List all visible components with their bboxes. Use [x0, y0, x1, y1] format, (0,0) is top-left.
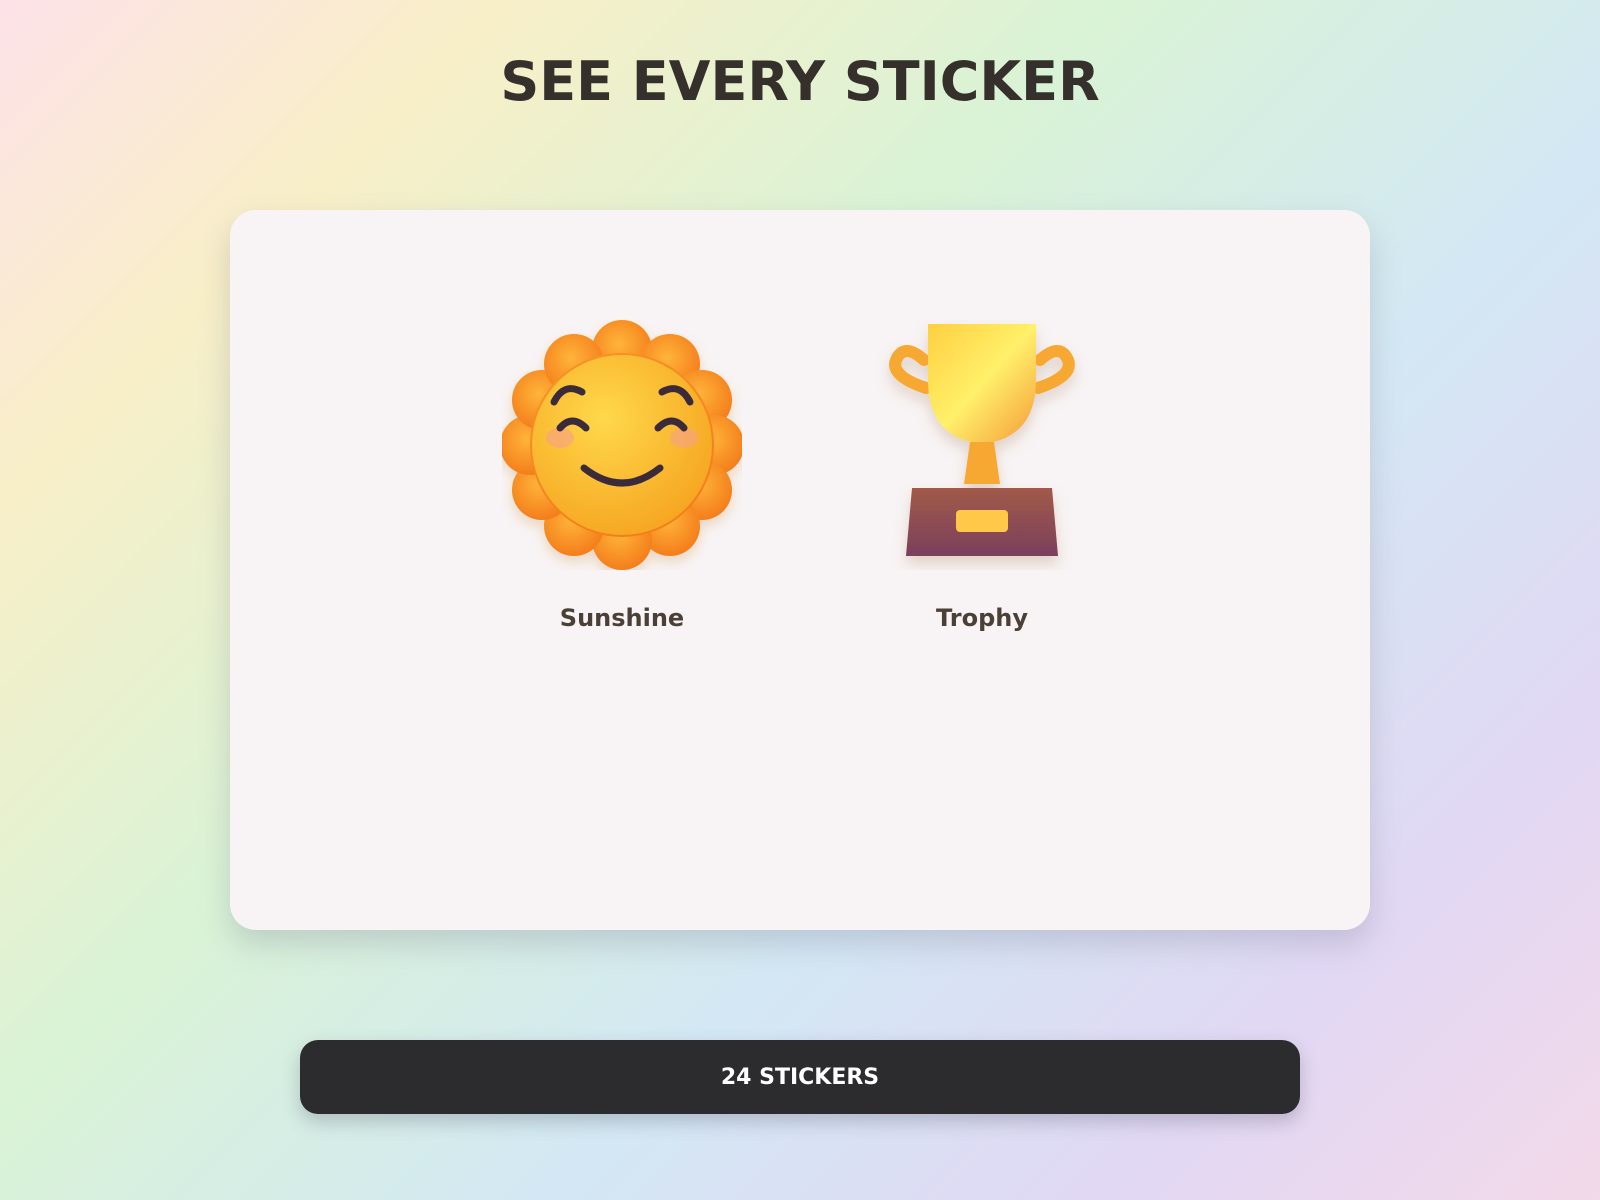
sticker-grid-card: Sunshine Trophy — [230, 210, 1370, 930]
sticker-item-trophy[interactable]: Trophy — [852, 320, 1112, 632]
page-title: SEE EVERY STICKER — [500, 50, 1100, 113]
sticker-label: Sunshine — [559, 604, 685, 632]
sticker-label: Trophy — [936, 604, 1028, 632]
sunshine-icon — [502, 320, 742, 570]
sticker-item-sunshine[interactable]: Sunshine — [492, 320, 752, 632]
trophy-icon — [889, 324, 1075, 556]
sticker-count-button[interactable]: 24 STICKERS — [300, 1040, 1300, 1114]
